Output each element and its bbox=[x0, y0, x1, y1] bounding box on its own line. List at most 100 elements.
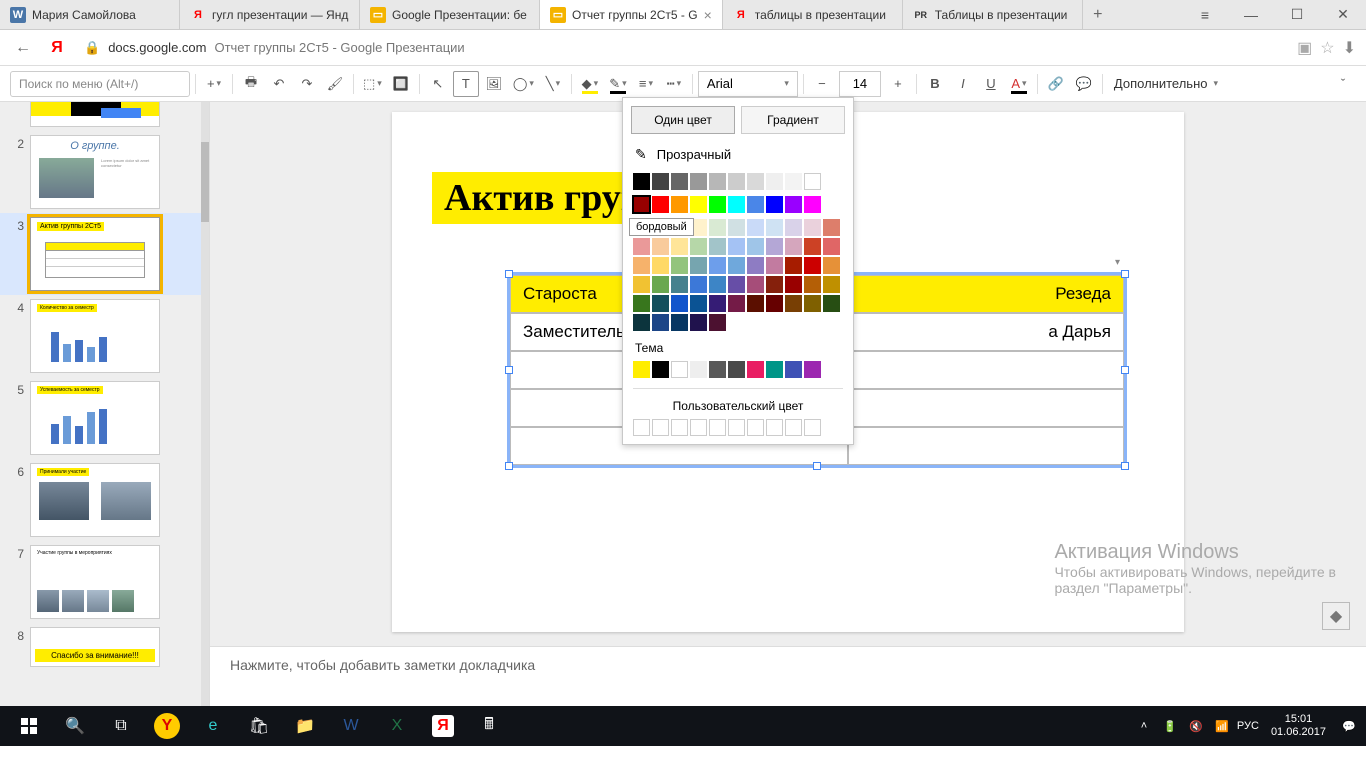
word-taskbar[interactable]: W bbox=[328, 706, 374, 746]
color-swatch[interactable] bbox=[766, 219, 783, 236]
color-swatch[interactable] bbox=[804, 361, 821, 378]
color-swatch[interactable] bbox=[747, 219, 764, 236]
underline-button[interactable]: U bbox=[978, 71, 1004, 97]
custom-swatch[interactable] bbox=[652, 419, 669, 436]
color-swatch[interactable] bbox=[785, 276, 802, 293]
select-tool[interactable]: ↖ bbox=[425, 71, 451, 97]
slide-thumb[interactable]: Принимали участие bbox=[30, 463, 160, 537]
wifi-icon[interactable]: 📶 bbox=[1211, 715, 1233, 737]
table-cell[interactable] bbox=[848, 351, 1124, 389]
slide-thumb[interactable]: Спасибо за внимание!!! bbox=[30, 627, 160, 667]
new-slide-button[interactable]: +▾ bbox=[201, 71, 227, 97]
color-swatch[interactable] bbox=[804, 276, 821, 293]
action-center-icon[interactable]: 💬 bbox=[1338, 715, 1360, 737]
color-swatch[interactable] bbox=[823, 295, 840, 312]
custom-swatch[interactable] bbox=[747, 419, 764, 436]
table-cell[interactable]: а Дарья bbox=[848, 313, 1124, 351]
custom-swatch[interactable] bbox=[709, 419, 726, 436]
slide-thumb-wrap[interactable]: 5 Успеваемость за семестр bbox=[0, 377, 209, 459]
menu-button[interactable]: ≡ bbox=[1182, 0, 1228, 30]
store-taskbar[interactable]: 🛍 bbox=[236, 706, 282, 746]
slide-thumb[interactable] bbox=[30, 102, 160, 127]
color-swatch[interactable] bbox=[823, 276, 840, 293]
paint-format-button[interactable]: 🖌 bbox=[322, 71, 348, 97]
browser-tab[interactable]: Ятаблицы в презентации bbox=[723, 0, 903, 29]
color-swatch[interactable] bbox=[747, 295, 764, 312]
color-swatch[interactable] bbox=[747, 361, 764, 378]
color-swatch[interactable] bbox=[728, 238, 745, 255]
font-size-increase[interactable]: + bbox=[885, 71, 911, 97]
color-swatch[interactable] bbox=[728, 196, 745, 213]
slide-thumb-wrap[interactable] bbox=[0, 102, 209, 131]
color-swatch[interactable] bbox=[671, 196, 688, 213]
color-swatch[interactable] bbox=[785, 173, 802, 190]
shape-tool[interactable]: ◯▾ bbox=[509, 71, 538, 97]
color-swatch[interactable] bbox=[671, 361, 688, 378]
color-swatch[interactable] bbox=[652, 361, 669, 378]
color-swatch[interactable] bbox=[823, 238, 840, 255]
border-dash-button[interactable]: ┅▾ bbox=[661, 71, 687, 97]
yandex-logo-icon[interactable]: Я bbox=[44, 35, 70, 61]
slide-thumb[interactable]: О группе. Lorem ipsum dolor sit amet con… bbox=[30, 135, 160, 209]
color-swatch[interactable] bbox=[804, 173, 821, 190]
color-swatch[interactable] bbox=[652, 238, 669, 255]
color-swatch[interactable] bbox=[671, 257, 688, 274]
table-menu-icon[interactable]: ▾ bbox=[1115, 257, 1120, 268]
color-swatch[interactable] bbox=[747, 238, 764, 255]
slide-thumb-active[interactable]: Актив группы 2Ст5 bbox=[30, 217, 160, 291]
scrollbar[interactable] bbox=[201, 102, 209, 706]
color-swatch[interactable] bbox=[633, 295, 650, 312]
color-swatch[interactable] bbox=[690, 173, 707, 190]
color-swatch[interactable] bbox=[747, 257, 764, 274]
color-swatch[interactable] bbox=[728, 257, 745, 274]
color-swatch[interactable] bbox=[671, 276, 688, 293]
slide-thumb-wrap[interactable]: 7 Участие группы в мероприятиях bbox=[0, 541, 209, 623]
clock[interactable]: 15:01 01.06.2017 bbox=[1263, 713, 1334, 739]
custom-swatch[interactable] bbox=[728, 419, 745, 436]
font-size-input[interactable]: 14 bbox=[839, 71, 881, 97]
color-swatch[interactable] bbox=[709, 219, 726, 236]
browser-tab[interactable]: ▭Google Презентации: бе bbox=[360, 0, 540, 29]
new-tab-button[interactable]: + bbox=[1083, 0, 1113, 29]
font-size-decrease[interactable]: − bbox=[809, 71, 835, 97]
slide-thumb[interactable]: Участие группы в мероприятиях bbox=[30, 545, 160, 619]
color-swatch[interactable] bbox=[652, 314, 669, 331]
custom-swatch[interactable] bbox=[804, 419, 821, 436]
yandex-browser-taskbar[interactable]: Y bbox=[144, 706, 190, 746]
browser-tab[interactable]: PRТаблицы в презентации bbox=[903, 0, 1083, 29]
maximize-button[interactable]: ☐ bbox=[1274, 0, 1320, 30]
close-icon[interactable]: × bbox=[704, 7, 712, 23]
color-swatch[interactable] bbox=[671, 173, 688, 190]
color-swatch[interactable] bbox=[671, 295, 688, 312]
slide-thumb-wrap[interactable]: 2 О группе. Lorem ipsum dolor sit amet c… bbox=[0, 131, 209, 213]
color-swatch[interactable] bbox=[633, 314, 650, 331]
speaker-notes[interactable]: Нажмите, чтобы добавить заметки докладчи… bbox=[210, 646, 1366, 706]
color-swatch[interactable] bbox=[766, 361, 783, 378]
zoom-button[interactable]: ⬚▾ bbox=[359, 71, 386, 97]
edge-taskbar[interactable]: e bbox=[190, 706, 236, 746]
text-color-button[interactable]: A▾ bbox=[1006, 71, 1032, 97]
color-swatch[interactable] bbox=[785, 196, 802, 213]
color-swatch[interactable] bbox=[785, 219, 802, 236]
custom-swatch[interactable] bbox=[690, 419, 707, 436]
color-swatch[interactable] bbox=[709, 276, 726, 293]
color-swatch[interactable] bbox=[671, 238, 688, 255]
color-swatch[interactable] bbox=[652, 257, 669, 274]
color-swatch[interactable] bbox=[690, 257, 707, 274]
language-indicator[interactable]: РУС bbox=[1237, 720, 1259, 732]
fill-color-button[interactable]: ◆▾ bbox=[577, 71, 603, 97]
additional-menu[interactable]: Дополнительно▾ bbox=[1108, 76, 1224, 91]
task-view-button[interactable]: ⧉ bbox=[98, 706, 144, 746]
slide-thumb[interactable]: Количество за семестр bbox=[30, 299, 160, 373]
table-cell[interactable] bbox=[848, 427, 1124, 465]
color-swatch[interactable] bbox=[766, 173, 783, 190]
color-swatch[interactable] bbox=[709, 361, 726, 378]
minimize-button[interactable]: — bbox=[1228, 0, 1274, 30]
border-weight-button[interactable]: ≡▾ bbox=[633, 71, 659, 97]
back-button[interactable]: ← bbox=[10, 35, 36, 61]
color-swatch[interactable] bbox=[728, 173, 745, 190]
custom-swatch[interactable] bbox=[671, 419, 688, 436]
table-cell[interactable] bbox=[848, 389, 1124, 427]
color-swatch[interactable] bbox=[804, 219, 821, 236]
color-swatch[interactable] bbox=[728, 219, 745, 236]
